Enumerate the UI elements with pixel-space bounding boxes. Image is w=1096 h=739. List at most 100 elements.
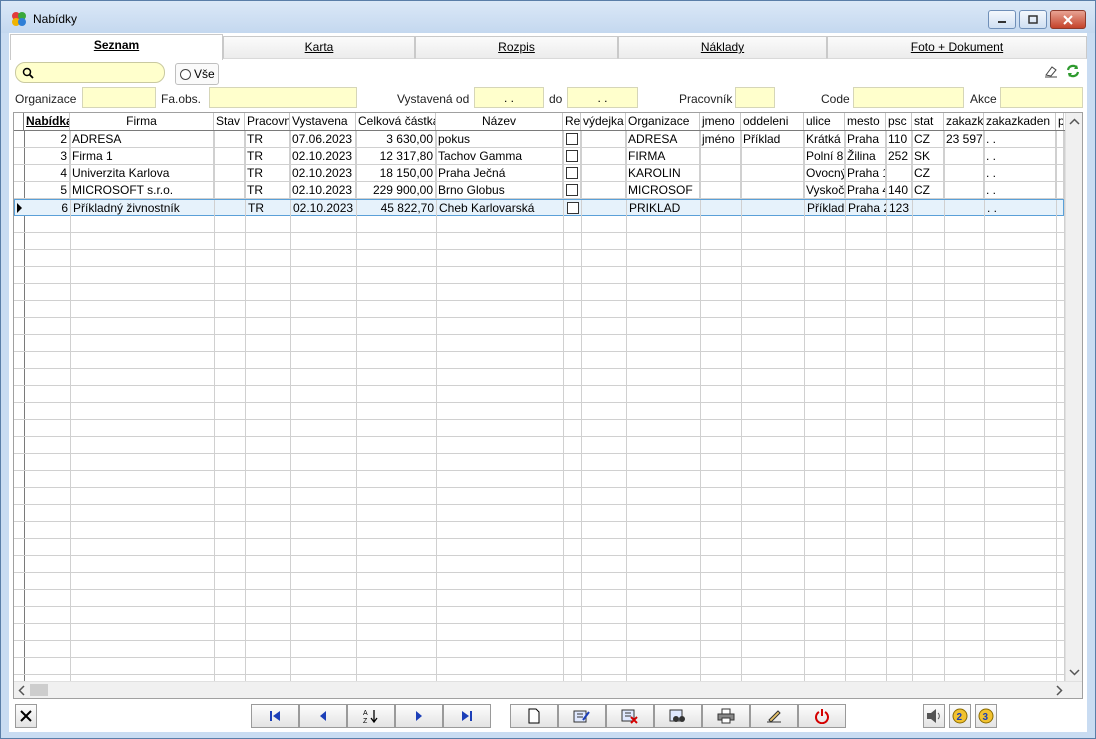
maximize-button[interactable] — [1019, 10, 1047, 29]
cell-nabidka[interactable]: 6 — [25, 200, 71, 216]
checkbox-icon[interactable] — [565, 167, 578, 179]
minimize-button[interactable] — [988, 10, 1016, 29]
cell-stav[interactable] — [215, 200, 246, 216]
cell-pracovnik[interactable]: TR — [245, 148, 290, 164]
cell-oddeleni[interactable] — [741, 148, 804, 164]
cell-vystavena[interactable]: 02.10.2023 — [290, 165, 356, 181]
previous-record-button[interactable] — [299, 704, 347, 728]
cell-zakazk[interactable] — [944, 182, 984, 198]
cell-vydejka[interactable] — [581, 182, 626, 198]
cell-stav[interactable] — [214, 131, 245, 147]
checkbox-icon[interactable] — [566, 202, 579, 214]
cell-firma[interactable]: Příkladný živnostník — [71, 200, 215, 216]
cell-psc[interactable]: 123 — [887, 200, 913, 216]
cell-mesto[interactable]: Praha 2 — [846, 200, 887, 216]
table-row[interactable]: 2 ADRESA TR 07.06.2023 3 630,00 pokus ADRESA jm… — [14, 131, 1064, 148]
cell-nazev[interactable]: Praha Ječná — [436, 165, 563, 181]
edit-button[interactable] — [558, 704, 606, 728]
cell-vydejka[interactable] — [582, 200, 627, 216]
cell-castka[interactable]: 45 822,70 — [357, 200, 437, 216]
cell-vydejka[interactable] — [581, 165, 626, 181]
checkbox-icon[interactable] — [565, 184, 578, 196]
column-header-castka[interactable]: Celková částka — [356, 113, 436, 130]
table-row[interactable]: 3 Firma 1 TR 02.10.2023 12 317,80 Tachov Gamm… — [14, 148, 1064, 165]
badge-3-button[interactable]: 3 — [975, 704, 997, 728]
cell-pracovnik[interactable]: TR — [245, 165, 290, 181]
cell-stav[interactable] — [214, 148, 245, 164]
table-row[interactable]: 5 MICROSOFT s.r.o. TR 02.10.2023 229 900,00 B… — [14, 182, 1064, 199]
eraser-icon[interactable] — [1043, 63, 1059, 79]
cell-jmeno[interactable] — [700, 182, 741, 198]
data-grid[interactable]: Nabídka Firma Stav Pracovn Vystavena Celková … — [13, 112, 1083, 699]
column-header-pracovnik[interactable]: Pracovn — [245, 113, 290, 130]
cell-p[interactable] — [1057, 200, 1065, 216]
cell-stat[interactable]: CZ — [912, 131, 944, 147]
cell-castka[interactable]: 229 900,00 — [356, 182, 436, 198]
cell-zakazk[interactable] — [944, 148, 984, 164]
cell-vydejka[interactable] — [581, 148, 626, 164]
cell-psc[interactable]: 110 — [886, 131, 912, 147]
next-record-button[interactable] — [395, 704, 443, 728]
cell-mesto[interactable]: Praha 1 — [845, 165, 886, 181]
re-checkbox[interactable] — [563, 131, 581, 147]
column-header-mesto[interactable]: mesto — [845, 113, 886, 130]
cell-organizace[interactable]: KAROLIN — [626, 165, 700, 181]
column-header-zakazkaden[interactable]: zakazkaden — [984, 113, 1056, 130]
sign-button[interactable] — [750, 704, 798, 728]
cell-castka[interactable]: 3 630,00 — [356, 131, 436, 147]
cell-zakazkaden[interactable]: . . — [984, 131, 1056, 147]
checkbox-icon[interactable] — [565, 150, 578, 162]
cell-nabidka[interactable]: 5 — [24, 182, 70, 198]
table-row[interactable]: 6 Příkladný živnostník TR 02.10.2023 45 822,… — [14, 199, 1065, 216]
speaker-button[interactable] — [923, 704, 945, 728]
cell-stat[interactable] — [913, 200, 945, 216]
badge-2-button[interactable]: 2 — [949, 704, 971, 728]
sort-button[interactable]: AZ — [347, 704, 395, 728]
find-button[interactable] — [654, 704, 702, 728]
column-header-zakazk[interactable]: zakazk — [944, 113, 984, 130]
cell-ulice[interactable]: Krátká — [804, 131, 845, 147]
first-record-button[interactable] — [251, 704, 299, 728]
do-field[interactable]: . . — [567, 87, 638, 108]
cell-pracovnik[interactable]: TR — [245, 131, 290, 147]
cell-zakazkaden[interactable]: . . — [984, 148, 1056, 164]
cell-castka[interactable]: 12 317,80 — [356, 148, 436, 164]
cell-organizace[interactable]: ADRESA — [626, 131, 700, 147]
cell-p[interactable] — [1056, 131, 1064, 147]
cell-castka[interactable]: 18 150,00 — [356, 165, 436, 181]
scroll-left-icon[interactable] — [15, 683, 29, 698]
cell-mesto[interactable]: Žilina — [845, 148, 886, 164]
re-checkbox[interactable] — [563, 148, 581, 164]
cell-stav[interactable] — [214, 182, 245, 198]
vse-radio[interactable]: Vše — [175, 63, 219, 85]
scroll-right-icon[interactable] — [1052, 683, 1066, 698]
cell-organizace[interactable]: PRIKLAD — [627, 200, 701, 216]
cell-pracovnik[interactable]: TR — [245, 182, 290, 198]
cell-jmeno[interactable] — [700, 148, 741, 164]
column-header-stat[interactable]: stat — [912, 113, 944, 130]
cell-nabidka[interactable]: 3 — [24, 148, 70, 164]
cell-organizace[interactable]: MICROSOF — [626, 182, 700, 198]
cell-ulice[interactable]: Ovocný — [804, 165, 845, 181]
scroll-thumb[interactable] — [30, 684, 48, 696]
column-header-organizace[interactable]: Organizace — [626, 113, 700, 130]
cell-oddeleni[interactable]: Příklad — [741, 131, 804, 147]
re-checkbox[interactable] — [563, 182, 581, 198]
cell-zakazk[interactable] — [945, 200, 985, 216]
column-header-psc[interactable]: psc — [886, 113, 912, 130]
cell-stat[interactable]: CZ — [912, 165, 944, 181]
tab-seznam[interactable]: Seznam — [10, 34, 223, 60]
column-header-nazev[interactable]: Název — [436, 113, 563, 130]
power-button[interactable] — [798, 704, 846, 728]
cell-jmeno[interactable] — [701, 200, 742, 216]
organizace-field[interactable] — [82, 87, 156, 108]
re-checkbox[interactable] — [563, 165, 581, 181]
column-header-ulice[interactable]: ulice — [804, 113, 845, 130]
cell-vystavena[interactable]: 02.10.2023 — [290, 148, 356, 164]
cell-nazev[interactable]: Brno Globus — [436, 182, 563, 198]
cell-stat[interactable]: CZ — [912, 182, 944, 198]
refresh-icon[interactable] — [1065, 63, 1081, 79]
column-header-vystavena[interactable]: Vystavena — [290, 113, 356, 130]
print-button[interactable] — [702, 704, 750, 728]
cell-vydejka[interactable] — [581, 131, 626, 147]
